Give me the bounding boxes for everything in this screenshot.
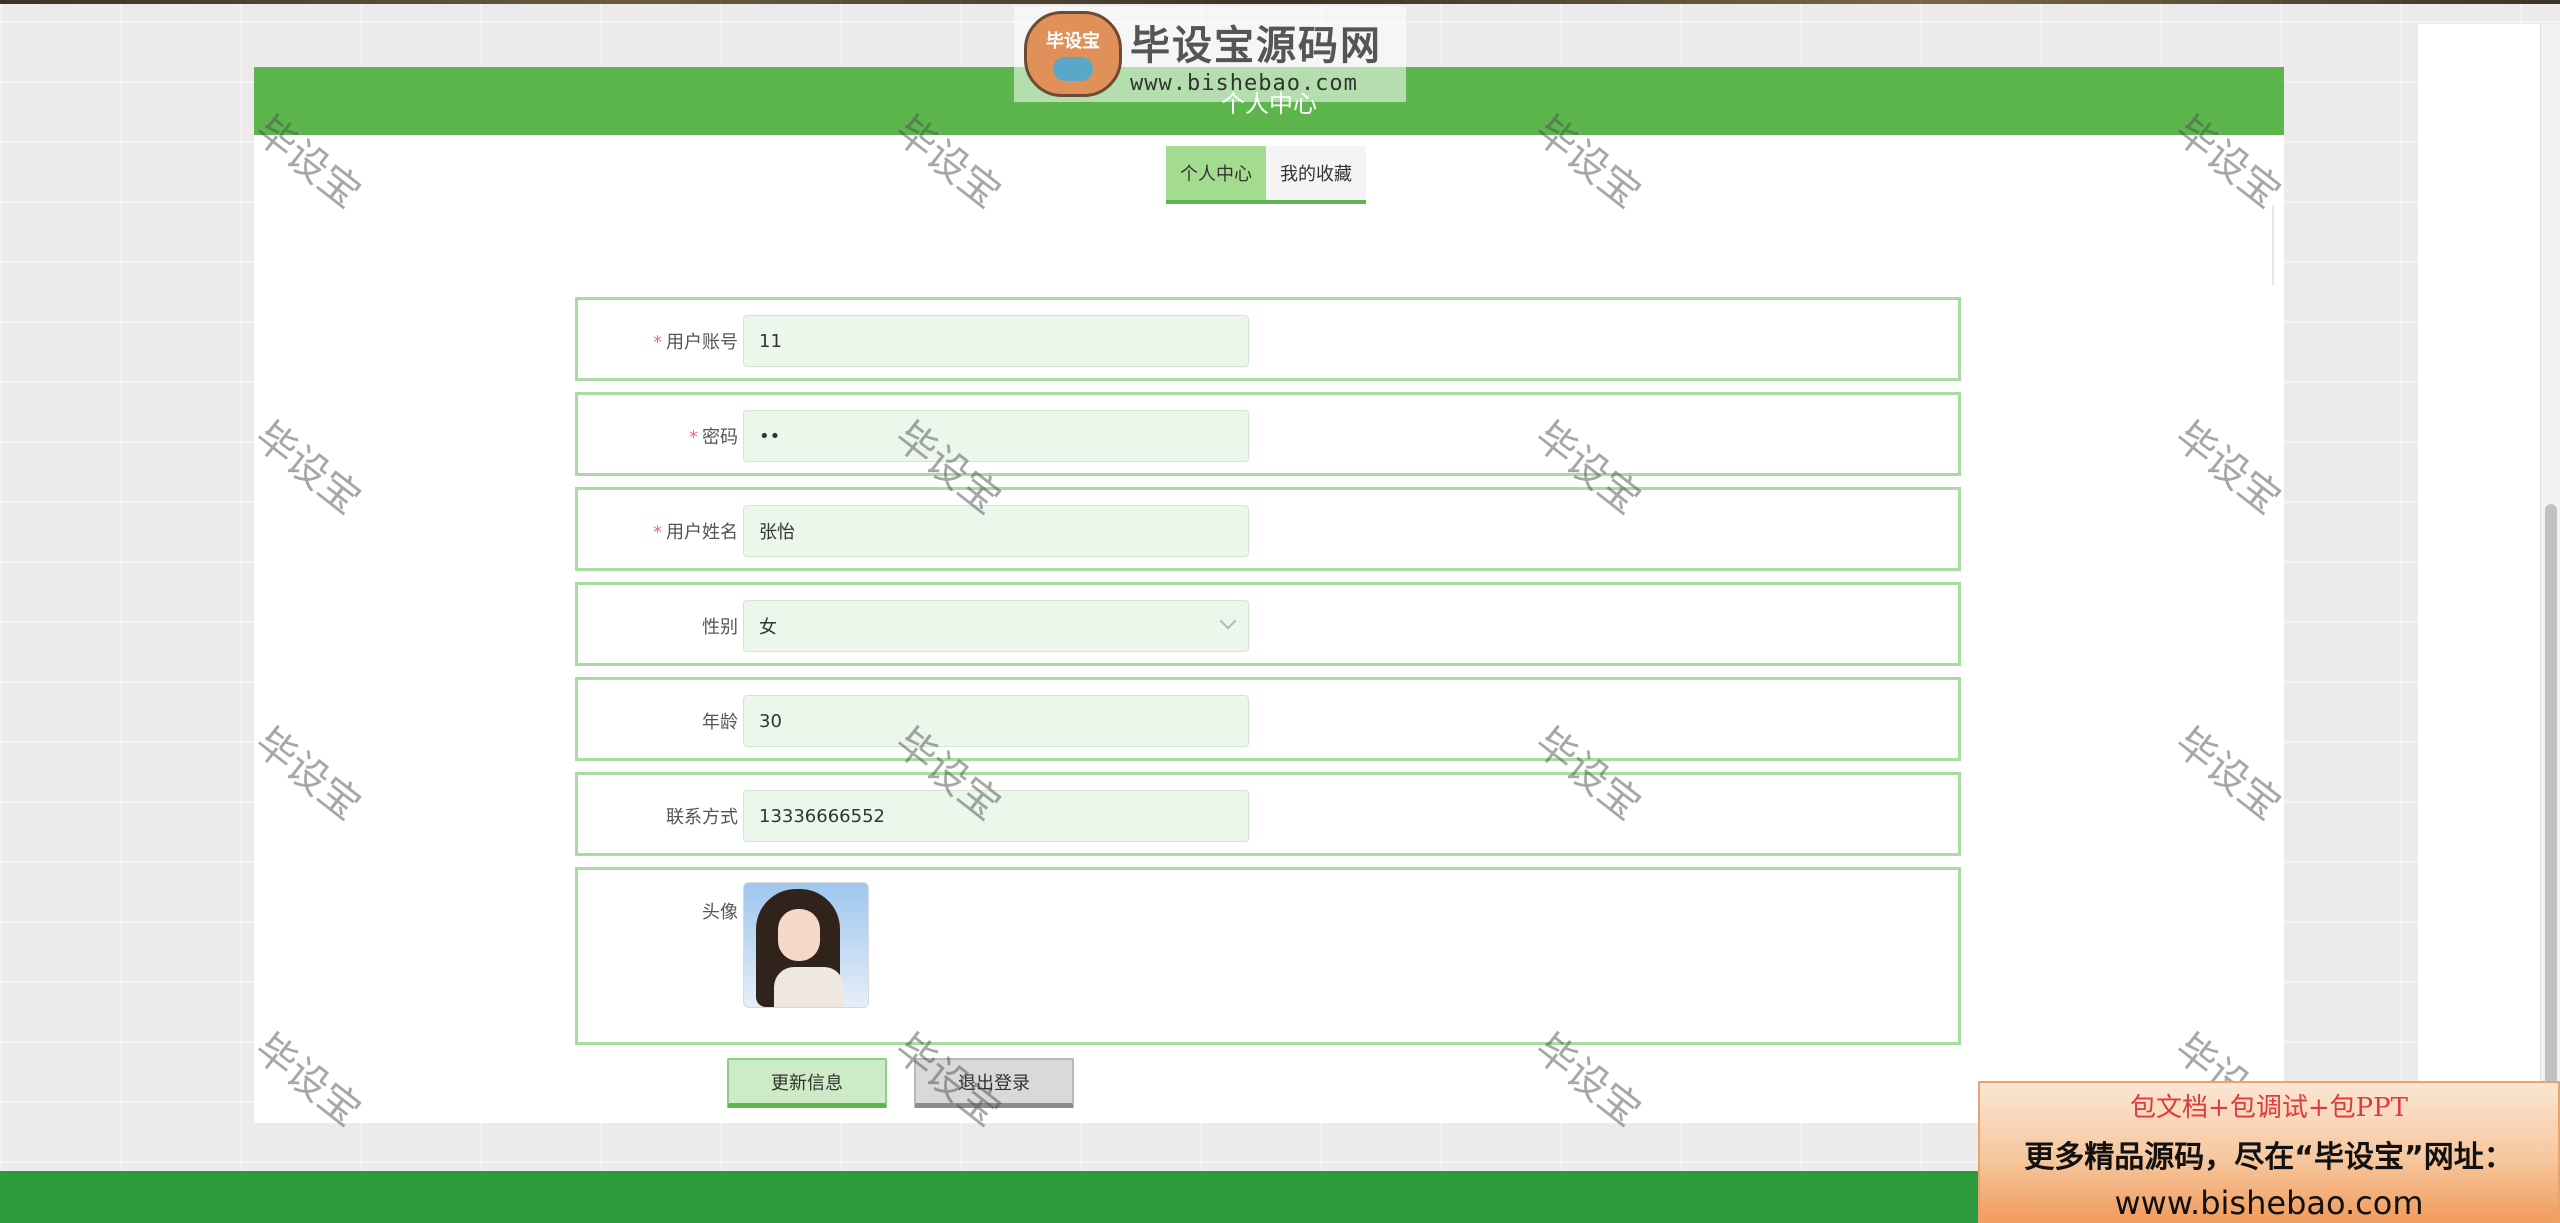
- age-label: 年龄: [702, 712, 738, 733]
- form-row-gender: 性别 女: [575, 582, 1961, 666]
- logo-badge-text: 毕设宝: [1046, 31, 1100, 52]
- form-row-account: * 用户账号 11: [575, 297, 1961, 381]
- divider: [2272, 205, 2274, 285]
- avatar-body: [774, 967, 844, 1007]
- logout-button[interactable]: 退出登录: [914, 1058, 1074, 1108]
- account-label: * 用户账号: [653, 332, 738, 353]
- page-scrollbar[interactable]: [2540, 24, 2560, 1174]
- gender-label: 性别: [702, 617, 738, 638]
- avatar-face: [778, 909, 820, 961]
- phone-input[interactable]: 13336666552: [743, 790, 1249, 842]
- required-mark: *: [653, 332, 662, 353]
- right-side-panel: [2418, 24, 2542, 1174]
- form-row-age: 年龄 30: [575, 677, 1961, 761]
- avatar-image[interactable]: [743, 882, 869, 1008]
- tab-my-favorites[interactable]: 我的收藏: [1266, 146, 1366, 200]
- form-row-password: * 密码 ••: [575, 392, 1961, 476]
- form-row-avatar: 头像: [575, 867, 1961, 1045]
- logo-title: 毕设宝源码网: [1130, 22, 1382, 69]
- phone-label: 联系方式: [666, 807, 738, 828]
- password-input[interactable]: ••: [743, 410, 1249, 462]
- required-mark: *: [689, 427, 698, 448]
- gender-select[interactable]: 女: [743, 600, 1249, 652]
- tab-personal-center[interactable]: 个人中心: [1166, 146, 1266, 200]
- age-input[interactable]: 30: [743, 695, 1249, 747]
- top-decor-strip: [0, 0, 2560, 4]
- gender-select-value: 女: [759, 617, 777, 638]
- logo-text: 毕设宝源码网 www.bishebao.com: [1130, 13, 1382, 96]
- promo-url[interactable]: www.bishebao.com: [1980, 1184, 2558, 1222]
- logo-url: www.bishebao.com: [1130, 70, 1358, 96]
- promo-line-2: 更多精品源码，尽在“毕设宝”网址：: [2024, 1140, 2514, 1175]
- promo-line-1: 包文档+包调试+包PPT: [2130, 1093, 2408, 1123]
- form-row-name: * 用户姓名 张怡: [575, 487, 1961, 571]
- name-input[interactable]: 张怡: [743, 505, 1249, 557]
- form-row-phone: 联系方式 13336666552: [575, 772, 1961, 856]
- avatar-label: 头像: [702, 902, 738, 923]
- promo-banner[interactable]: 包文档+包调试+包PPT 更多精品源码，尽在“毕设宝”网址： www.bishe…: [1978, 1081, 2560, 1223]
- site-logo: 毕设宝 毕设宝源码网 www.bishebao.com: [1014, 6, 1406, 102]
- logo-badge-icon: 毕设宝: [1024, 11, 1122, 97]
- update-info-button[interactable]: 更新信息: [727, 1058, 887, 1108]
- name-label: * 用户姓名: [653, 522, 738, 543]
- chevron-down-icon: [1219, 612, 1237, 630]
- required-mark: *: [653, 522, 662, 543]
- password-label: * 密码: [689, 427, 738, 448]
- logo-mascot-icon: [1053, 57, 1093, 81]
- profile-tabs: 个人中心 我的收藏: [1166, 146, 1366, 204]
- account-input[interactable]: 11: [743, 315, 1249, 367]
- scrollbar-thumb[interactable]: [2545, 504, 2557, 1104]
